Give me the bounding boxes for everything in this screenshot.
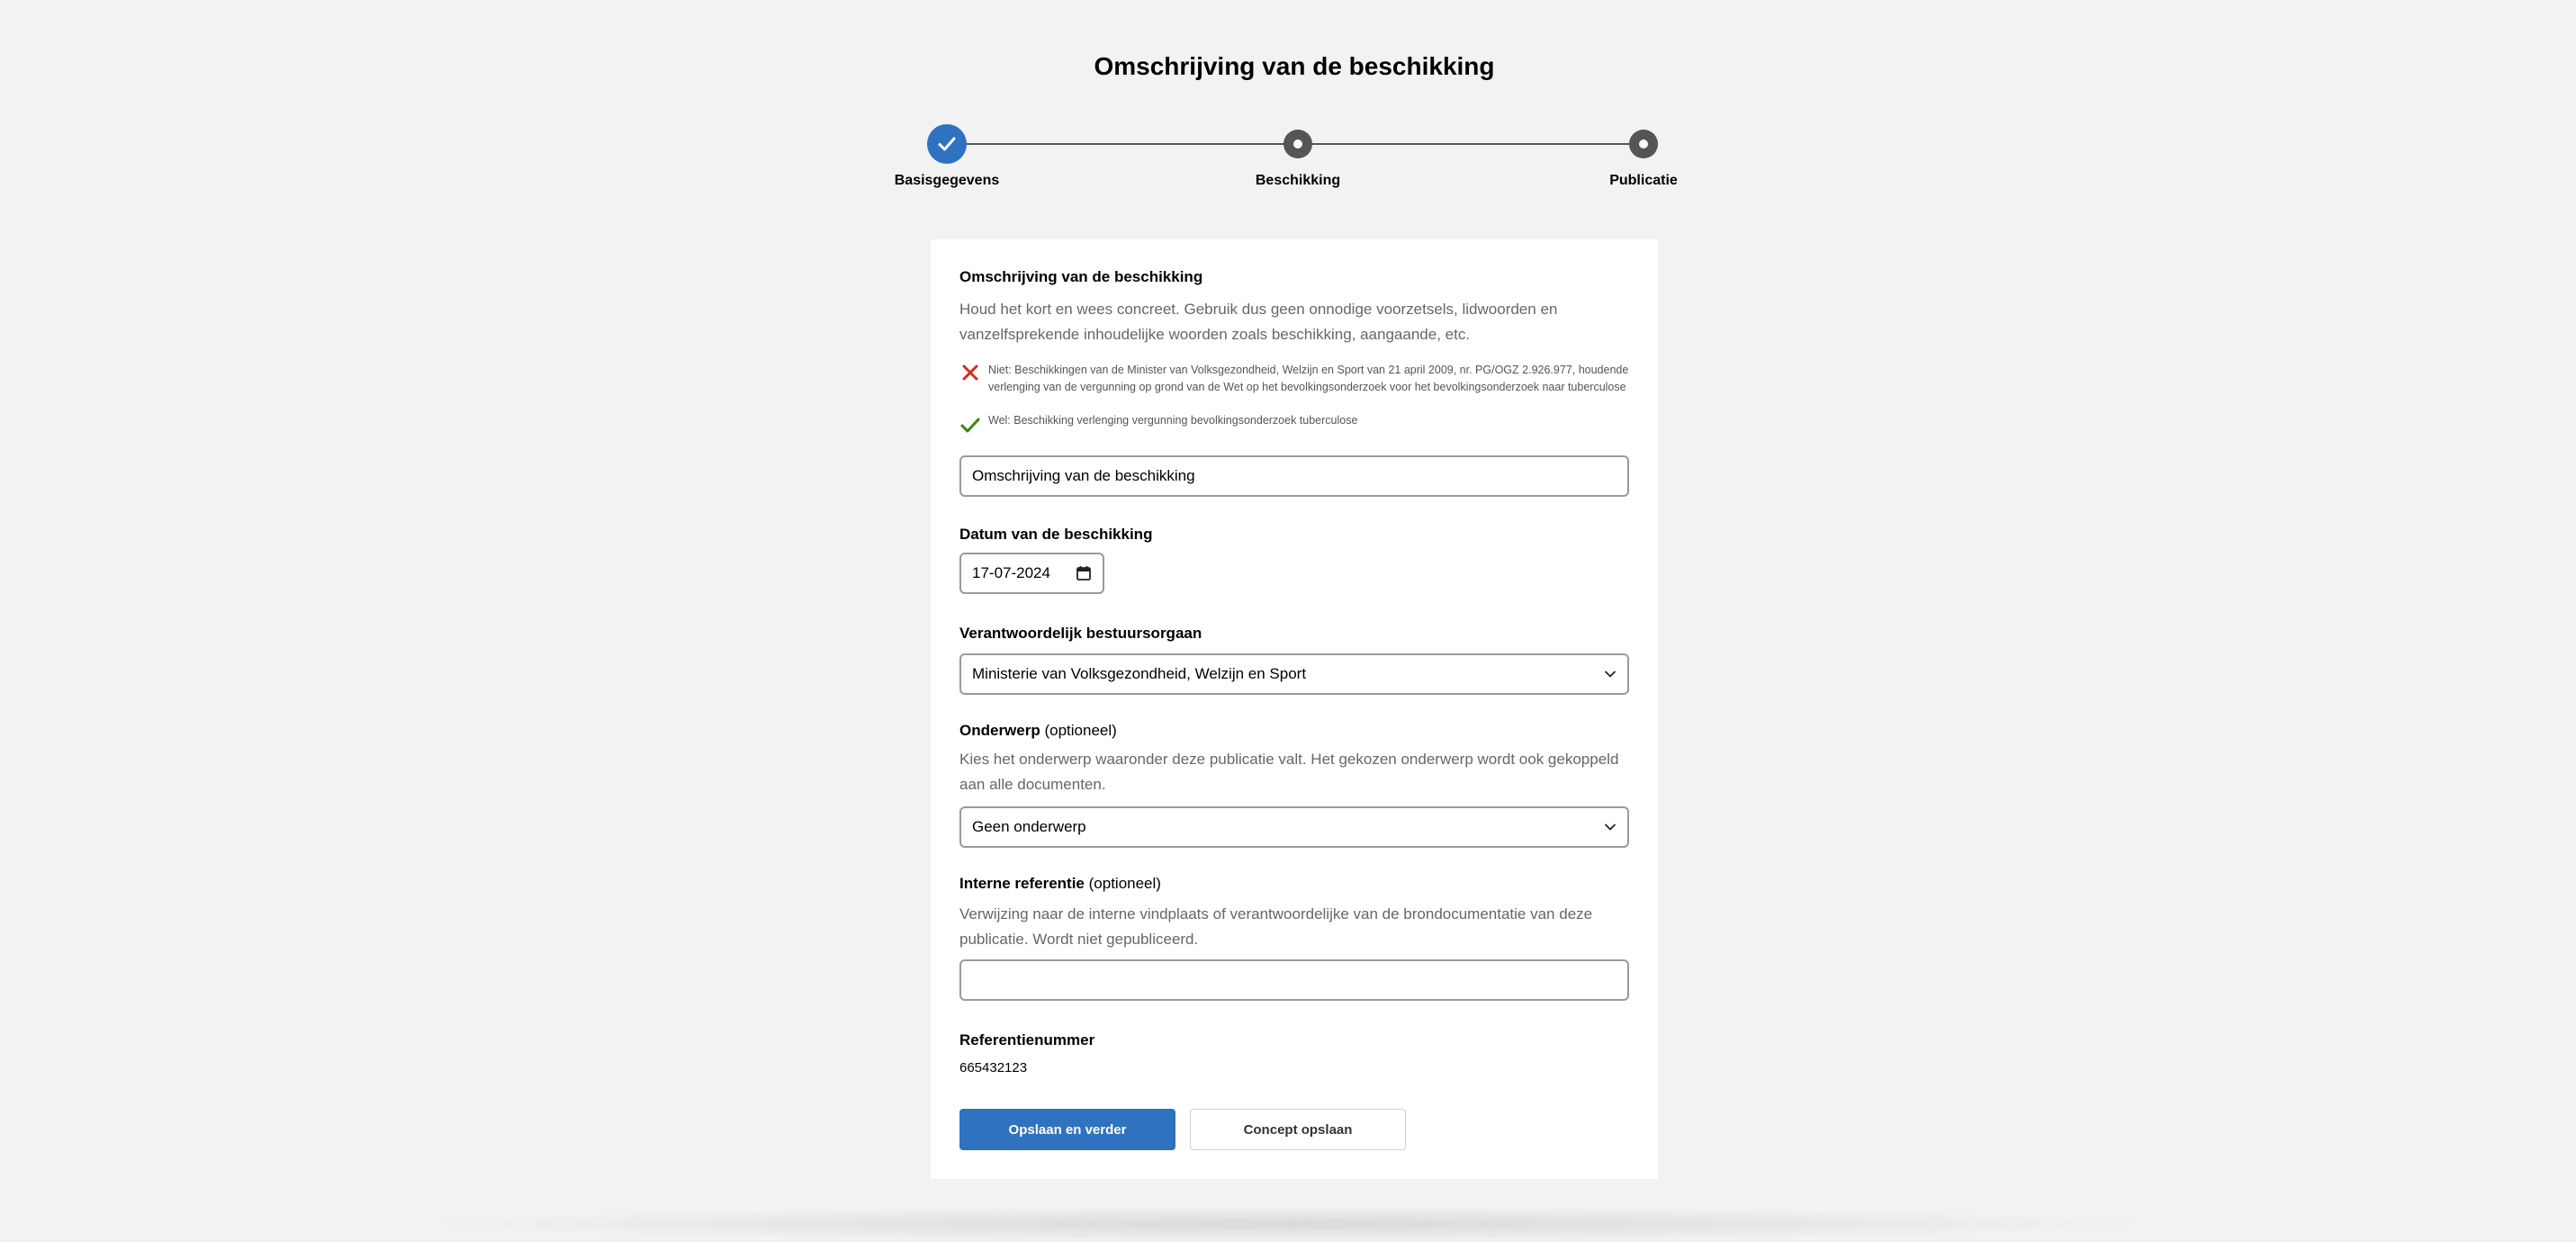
step-label: Publicatie [1609,173,1678,188]
step-publicatie[interactable]: Publicatie [1554,124,1734,189]
chevron-down-icon [1605,670,1616,678]
authority-select[interactable]: Ministerie van Volksgezondheid, Welzijn … [959,653,1629,695]
subject-optional: (optioneel) [1044,722,1117,739]
example-good-text: Wel: Beschikking verlenging vergunning b… [988,414,1358,427]
check-icon [927,124,967,164]
subject-label: Onderwerp (optioneel) [959,722,1117,740]
save-and-continue-button[interactable]: Opslaan en verder [959,1109,1175,1150]
internal-reference-input[interactable] [959,959,1629,1001]
description-input[interactable]: Omschrijving van de beschikking [959,455,1629,497]
check-icon [960,418,980,433]
internal-reference-help: Verwijzing naar de interne vindplaats of… [959,905,1593,948]
example-bad-text: Niet: Beschikkingen van de Minister van … [988,364,1629,393]
step-indicator-icon [1629,130,1658,158]
calendar-icon[interactable] [1076,565,1092,581]
internal-reference-optional: (optioneel) [1088,875,1161,892]
date-value: 17-07-2024 [972,564,1050,581]
page-title: Omschrijving van de beschikking [1094,52,1495,80]
subject-value: Geen onderwerp [972,818,1086,835]
internal-reference-label-text: Interne referentie [959,875,1085,892]
footer-shadow [396,1206,2178,1242]
step-beschikking[interactable]: Beschikking [1208,124,1388,189]
cross-icon [962,364,978,381]
description-label: Omschrijving van de beschikking [959,268,1203,285]
form-card: Omschrijving van de beschikking Houd het… [931,239,1658,1179]
description-help: Houd het kort en wees concreet. Gebruik … [959,301,1558,343]
subject-help: Kies het onderwerp waaronder deze public… [959,751,1619,793]
date-input[interactable]: 17-07-2024 [959,553,1104,594]
authority-value: Ministerie van Volksgezondheid, Welzijn … [972,665,1307,682]
internal-reference-label: Interne referentie (optioneel) [959,875,1161,893]
subject-select[interactable]: Geen onderwerp [959,806,1629,848]
chevron-down-icon [1605,824,1616,831]
description-input-value: Omschrijving van de beschikking [972,467,1195,484]
step-label: Basisgegevens [894,173,1000,188]
date-label: Datum van de beschikking [959,526,1153,543]
authority-label: Verantwoordelijk bestuursorgaan [959,625,1202,642]
step-label: Beschikking [1255,173,1341,188]
save-draft-button[interactable]: Concept opslaan [1190,1109,1406,1150]
reference-number-label: Referentienummer [959,1031,1095,1048]
reference-number-value: 665432123 [959,1060,1028,1076]
step-indicator-icon [1283,130,1312,158]
subject-label-text: Onderwerp [959,722,1040,739]
progress-stepper: Basisgegevens Beschikking Publicatie [0,124,2576,196]
step-basisgegevens[interactable]: Basisgegevens [857,124,1037,189]
